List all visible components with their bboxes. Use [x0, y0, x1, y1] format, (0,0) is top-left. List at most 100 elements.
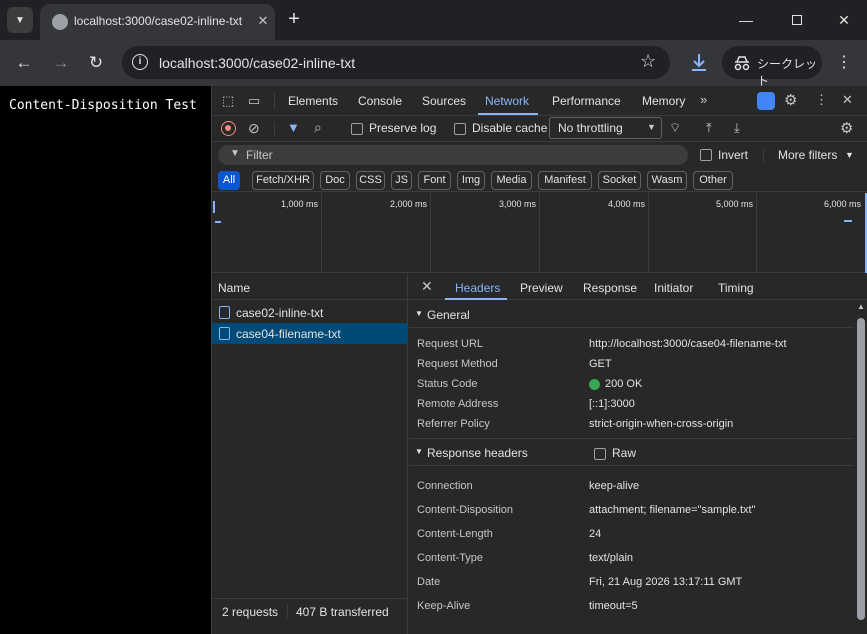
tab-timing[interactable]: Timing [718, 281, 754, 295]
tab-memory[interactable]: Memory [642, 94, 685, 108]
tab-elements[interactable]: Elements [288, 94, 338, 108]
type-filter-manifest[interactable]: Manifest [538, 171, 592, 190]
general-section-header[interactable]: ▼ General [409, 302, 854, 328]
type-filter-socket[interactable]: Socket [598, 171, 641, 190]
filter-placeholder: Filter [246, 148, 273, 162]
record-button[interactable] [221, 121, 236, 136]
tab-network[interactable]: Network [485, 94, 529, 108]
browser-tab[interactable]: localhost:3000/case02-inline-txt ✕ [40, 4, 275, 40]
active-detail-tab-indicator [445, 298, 507, 300]
filter-input[interactable]: ▼ Filter [218, 145, 688, 165]
tab-performance[interactable]: Performance [552, 94, 621, 108]
more-filters-button[interactable]: More filters [778, 148, 837, 162]
close-icon[interactable]: ✕ [254, 12, 272, 30]
header-value: text/plain [589, 552, 634, 564]
filter-funnel-icon: ▼ [230, 148, 240, 159]
type-filter-fetch-xhr[interactable]: Fetch/XHR [252, 171, 314, 190]
chevron-down-icon: ▼ [845, 150, 854, 160]
raw-checkbox[interactable] [594, 448, 606, 460]
tab-headers[interactable]: Headers [455, 281, 500, 295]
tab-sources[interactable]: Sources [422, 94, 466, 108]
details-scrollbar[interactable]: ▲ [854, 300, 867, 634]
name-column-label: Name [218, 281, 251, 295]
request-row[interactable]: case02-inline-txt [212, 302, 408, 323]
network-timeline-overview[interactable]: 1,000 ms 2,000 ms 3,000 ms 4,000 ms 5,00… [212, 193, 867, 273]
close-window-button[interactable]: ✕ [832, 8, 856, 32]
download-button[interactable] [688, 51, 710, 75]
header-key: Request URL [417, 338, 484, 350]
request-row-selected[interactable]: case04-filename-txt [212, 323, 408, 344]
clear-icon[interactable]: ⊘ [248, 120, 260, 137]
timeline-gridline [321, 193, 322, 273]
incognito-icon [734, 56, 750, 71]
request-name: case02-inline-txt [236, 306, 324, 320]
more-tabs-icon[interactable]: » [700, 92, 707, 107]
timeline-request-bar [844, 220, 852, 222]
more-options-icon[interactable]: ⋮ [815, 92, 828, 108]
back-button[interactable]: ← [12, 51, 36, 75]
throttling-select[interactable]: No throttling ▼ [549, 117, 662, 139]
more-menu-icon[interactable]: ⋮ [835, 51, 853, 75]
download-icon [692, 54, 706, 71]
tab-preview[interactable]: Preview [520, 281, 563, 295]
triangle-down-icon: ▼ [415, 447, 423, 456]
header-value: strict-origin-when-cross-origin [589, 418, 734, 430]
address-bar[interactable]: i localhost:3000/case02-inline-txt ☆ [122, 46, 670, 79]
info-icon[interactable]: i [132, 54, 148, 70]
preserve-log-checkbox[interactable] [351, 123, 363, 135]
scroll-up-icon[interactable]: ▲ [857, 302, 865, 311]
search-icon[interactable]: ⌕ [314, 119, 322, 136]
device-toolbar-icon[interactable]: ▭ [248, 93, 260, 109]
forward-button[interactable]: → [49, 51, 73, 75]
url-text[interactable]: localhost:3000/case02-inline-txt [159, 55, 355, 71]
type-filter-wasm[interactable]: Wasm [647, 171, 687, 190]
invert-checkbox[interactable] [700, 149, 712, 161]
timeline-tick-label: 4,000 ms [608, 199, 646, 209]
request-details: ✕ Headers Preview Response Initiator Tim… [409, 274, 867, 634]
new-tab-button[interactable]: + [283, 8, 305, 30]
disable-cache-checkbox[interactable] [454, 123, 466, 135]
header-value: timeout=5 [589, 600, 638, 612]
maximize-button[interactable] [785, 8, 809, 32]
star-icon[interactable]: ☆ [640, 51, 656, 72]
tab-response[interactable]: Response [583, 281, 637, 295]
type-filter-other[interactable]: Other [693, 171, 733, 190]
preserve-log-label: Preserve log [369, 121, 437, 135]
globe-icon [52, 14, 68, 30]
timeline-tick-label: 6,000 ms [824, 199, 862, 209]
ai-assistance-icon[interactable] [757, 92, 775, 110]
type-filter-font[interactable]: Font [418, 171, 451, 190]
close-details-icon[interactable]: ✕ [421, 278, 433, 295]
type-filter-js[interactable]: JS [391, 171, 412, 190]
tab-console[interactable]: Console [358, 94, 402, 108]
page-viewport: Content-Disposition Test [0, 86, 211, 634]
divider [287, 604, 288, 618]
reload-button[interactable]: ↻ [84, 51, 108, 75]
inspect-element-icon[interactable]: ⬚ [222, 93, 234, 109]
type-filter-doc[interactable]: Doc [320, 171, 350, 190]
response-headers-section-header[interactable]: ▼ Response headers Raw [409, 440, 854, 466]
tab-initiator[interactable]: Initiator [654, 281, 693, 295]
import-har-icon[interactable]: ⤒ [706, 120, 712, 136]
type-filter-css[interactable]: CSS [356, 171, 385, 190]
header-value: http://localhost:3000/case04-filename-tx… [589, 338, 787, 350]
close-devtools-icon[interactable]: ✕ [842, 92, 853, 108]
network-conditions-icon[interactable]: ⌔ [669, 120, 681, 136]
header-key: Content-Disposition [417, 504, 513, 516]
scrollbar-thumb[interactable] [857, 318, 865, 620]
type-filter-img[interactable]: Img [457, 171, 485, 190]
tab-strip: ▼ localhost:3000/case02-inline-txt ✕ + —… [0, 0, 867, 40]
minimize-button[interactable]: — [734, 8, 758, 32]
name-column-header[interactable]: Name [212, 274, 408, 300]
invert-label: Invert [718, 148, 749, 162]
tab-search-button[interactable]: ▼ [7, 7, 33, 33]
type-filter-all[interactable]: All [218, 171, 240, 190]
network-settings-gear-icon[interactable]: ⚙ [840, 119, 853, 137]
network-status-bar: 2 requests 407 B transferred [212, 598, 408, 622]
filter-icon[interactable]: ▼ [287, 120, 300, 135]
export-har-icon[interactable]: ⤓ [734, 120, 740, 136]
incognito-button[interactable]: シークレット [722, 46, 822, 88]
request-list: Name case02-inline-txt case04-filename-t… [212, 274, 408, 634]
type-filter-media[interactable]: Media [491, 171, 532, 190]
settings-gear-icon[interactable]: ⚙ [784, 91, 797, 109]
